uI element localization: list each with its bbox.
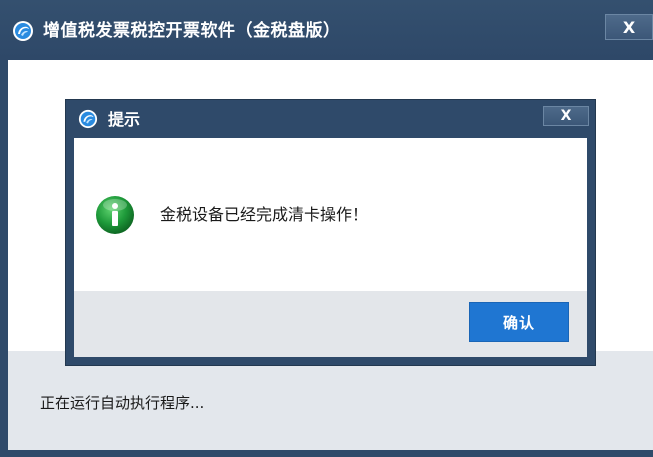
info-icon <box>96 196 134 234</box>
prompt-dialog: 提示 X 金税设备已经完成清卡操作！ 确认 <box>66 100 595 365</box>
dialog-title: 提示 <box>108 110 141 129</box>
main-window-title: 增值税发票税控开票软件（金税盘版） <box>43 21 341 41</box>
dialog-logo-icon <box>78 109 98 129</box>
main-titlebar: 增值税发票税控开票软件（金税盘版） X <box>0 0 653 60</box>
dialog-message: 金税设备已经完成清卡操作！ <box>160 205 369 224</box>
status-text: 正在运行自动执行程序... <box>40 394 205 412</box>
dialog-close-button[interactable]: X <box>543 106 589 126</box>
dialog-content: 金税设备已经完成清卡操作！ <box>74 138 587 291</box>
close-icon: X <box>622 17 636 37</box>
dialog-footer: 确认 <box>74 291 587 357</box>
app-logo-icon <box>13 21 33 41</box>
main-close-button[interactable]: X <box>605 14 653 40</box>
confirm-button[interactable]: 确认 <box>469 302 569 342</box>
close-icon: X <box>560 108 572 124</box>
dialog-titlebar: 提示 X <box>66 100 595 138</box>
